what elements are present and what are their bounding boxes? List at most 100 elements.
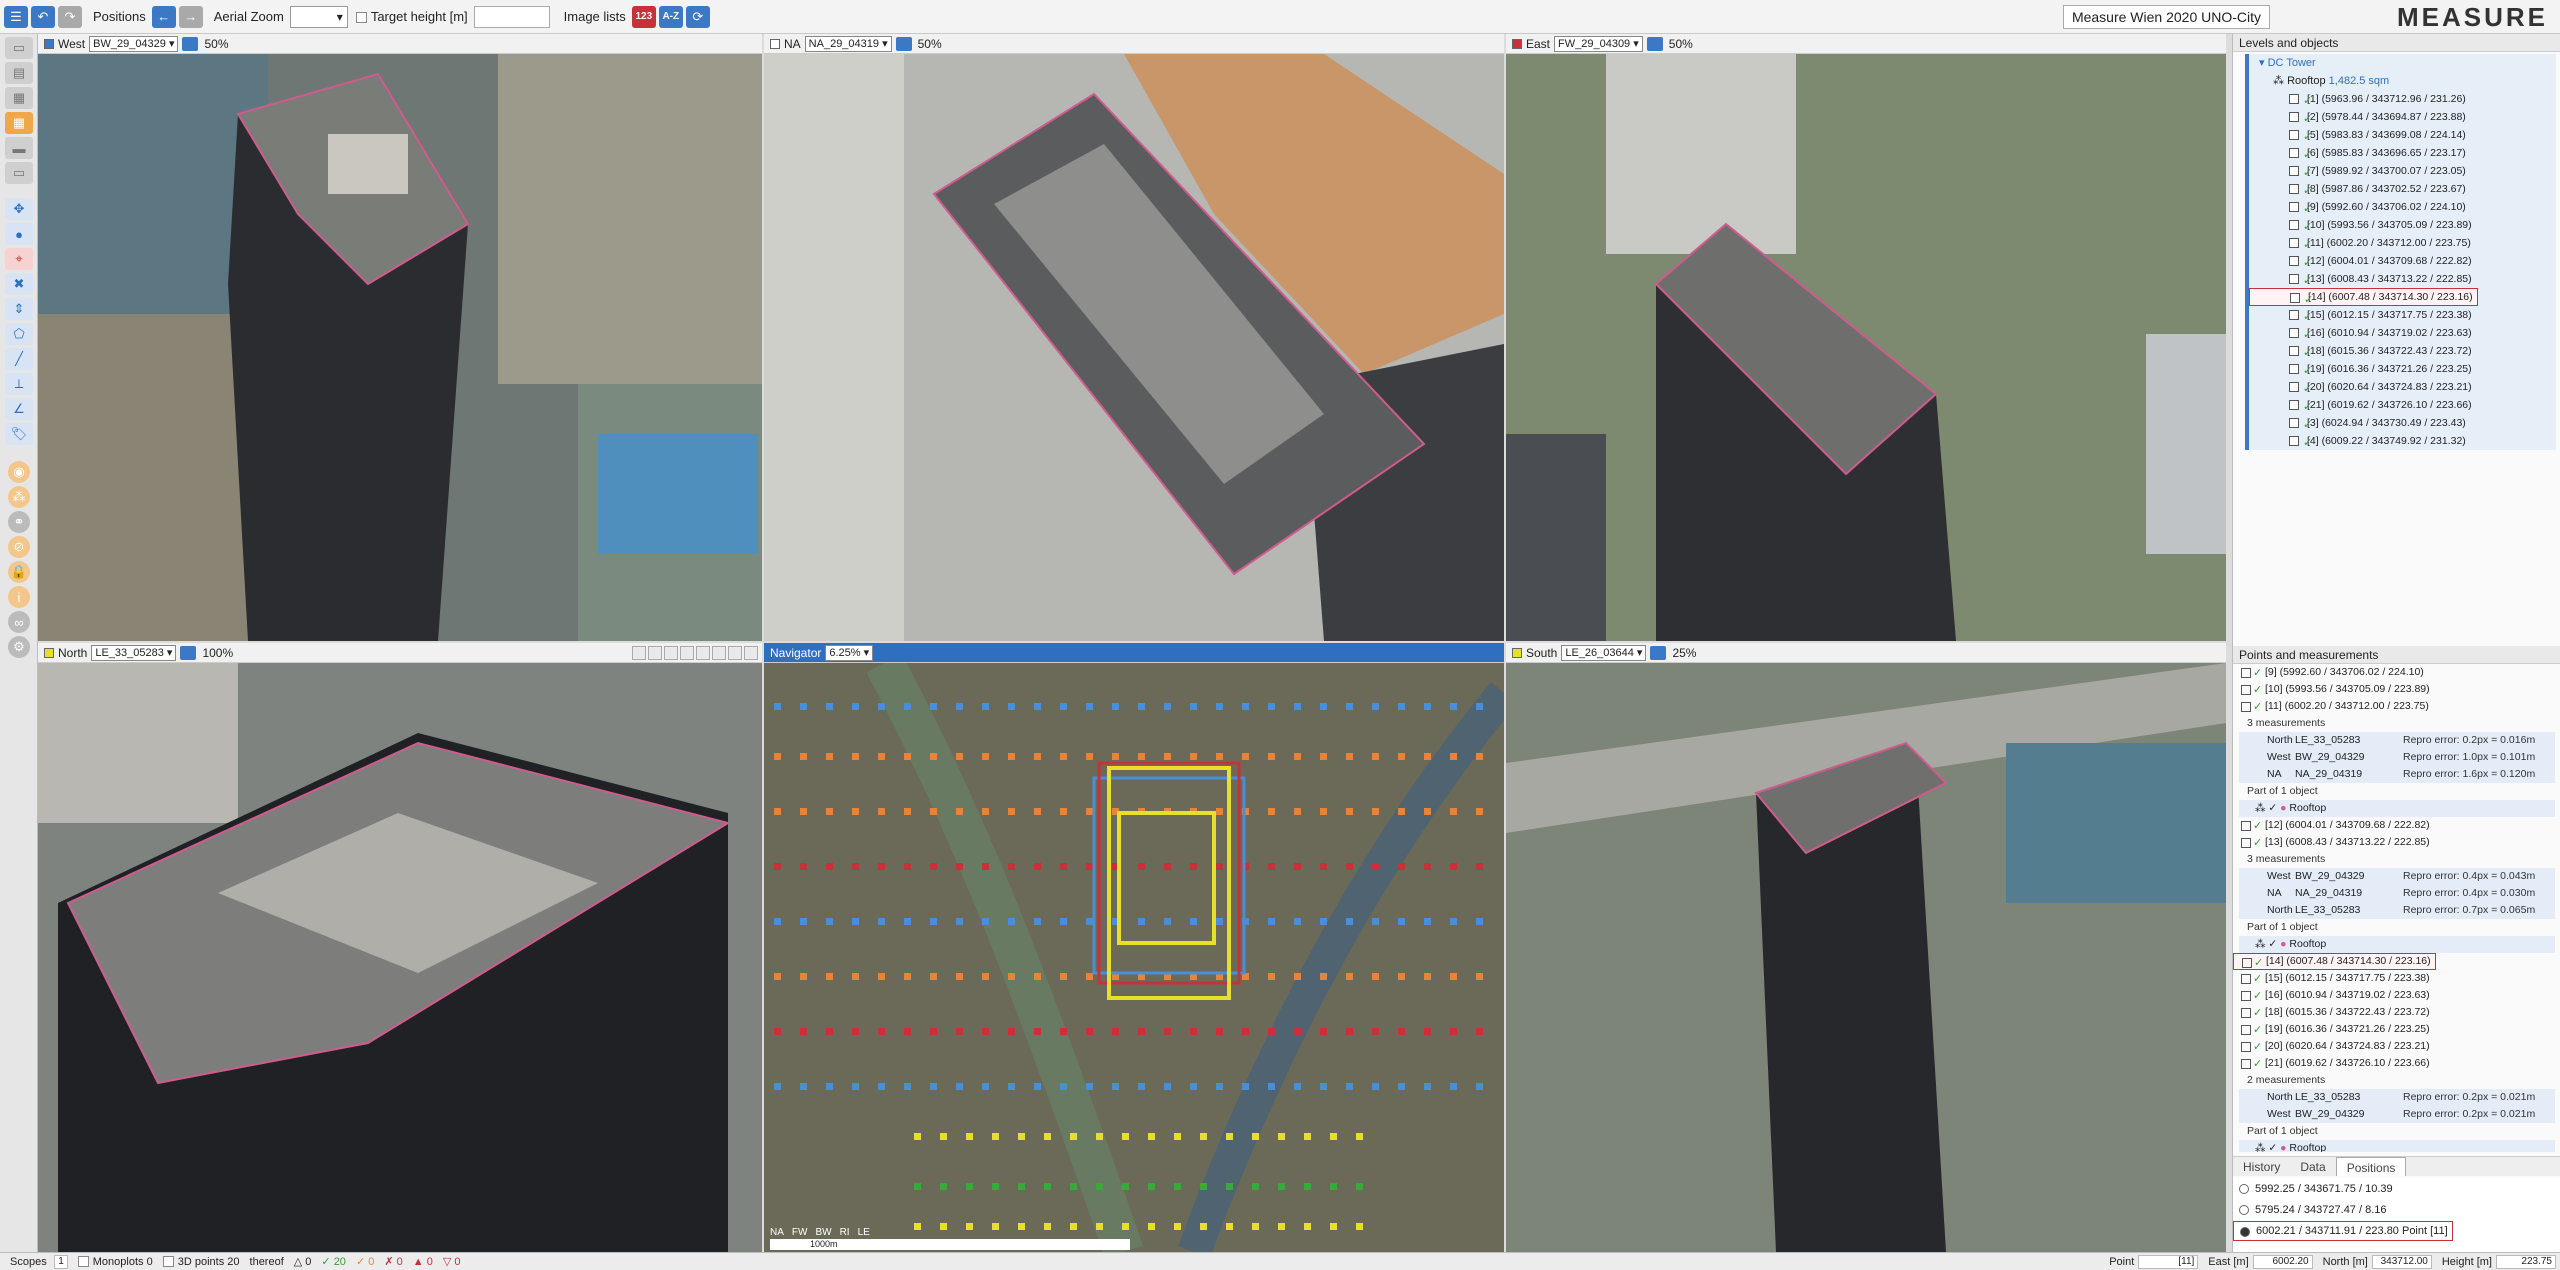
view-na-color[interactable] [770, 38, 780, 49]
point-checkbox-icon[interactable] [2289, 346, 2299, 356]
info-icon[interactable]: i [8, 586, 30, 608]
level-point-row[interactable]: ✓ [16] (6010.94 / 343719.02 / 223.63) [2249, 324, 2556, 342]
point-checkbox-icon[interactable] [2289, 130, 2299, 140]
point-checkbox-icon[interactable] [2241, 1042, 2251, 1052]
level-point-row[interactable]: ✓ [4] (6009.22 / 343749.92 / 231.32) [2249, 432, 2556, 450]
point-checkbox-icon[interactable] [2241, 838, 2251, 848]
view-south-image[interactable] [1506, 663, 2226, 1252]
level-point-row[interactable]: ✓ [18] (6015.36 / 343722.43 / 223.72) [2249, 342, 2556, 360]
point-row[interactable]: ✓ [19] (6016.36 / 343721.26 / 223.25) [2233, 1021, 2560, 1038]
view-east-image-select[interactable]: FW_29_04309 ▾ [1554, 35, 1643, 52]
view-west-image[interactable] [38, 54, 762, 641]
point-row[interactable]: ✓ [15] (6012.15 / 343717.75 / 223.38) [2233, 970, 2560, 987]
network-tool-icon[interactable]: ⁂ [8, 486, 30, 508]
point-checkbox-icon[interactable] [2289, 166, 2299, 176]
rooftop-row[interactable]: ⁂ Rooftop 1,482.5 sqm [2249, 72, 2556, 90]
view-west-sync-icon[interactable] [182, 36, 199, 51]
layout-grid-icon[interactable]: ▦ [5, 87, 33, 109]
measure-tool-icon[interactable]: ⌖ [5, 248, 33, 270]
point-checkbox-icon[interactable] [2289, 148, 2299, 158]
point-checkbox-icon[interactable] [2289, 202, 2299, 212]
measurement-row[interactable]: West BW_29_04329 Repro error: 0.2px = 0.02… [2239, 1106, 2555, 1123]
view-na-image-select[interactable]: NA_29_04319 ▾ [804, 35, 892, 52]
tower-row[interactable]: ▾ DC Tower [2249, 54, 2556, 72]
view-west-color[interactable] [44, 38, 54, 49]
measurement-row[interactable]: North LE_33_05283 Repro error: 0.2px = 0.0… [2239, 732, 2555, 749]
point-row[interactable]: ✓ [11] (6002.20 / 343712.00 / 223.75) [2233, 698, 2560, 715]
tab-history[interactable]: History [2233, 1157, 2290, 1176]
measurement-row[interactable]: NA NA_29_04319 Repro error: 0.4px = 0.030m [2239, 885, 2555, 902]
position-radio[interactable] [2239, 1205, 2249, 1215]
angle-tool-icon[interactable]: ∠ [5, 398, 33, 420]
point-checkbox-icon[interactable] [2242, 958, 2252, 968]
point-checkbox-icon[interactable] [2289, 220, 2299, 230]
position-item[interactable]: 5992.25 / 343671.75 / 10.39 [2233, 1179, 2560, 1199]
measurement-row[interactable]: North LE_33_05283 Repro error: 0.7px = 0.0… [2239, 902, 2555, 919]
lock-tool-icon[interactable]: 🔒 [8, 561, 30, 583]
tool-e-icon[interactable] [696, 646, 710, 660]
level-point-row[interactable]: ✓ [11] (6002.20 / 343712.00 / 223.75) [2249, 234, 2556, 252]
layout-six-icon[interactable]: ▦ [5, 112, 33, 134]
level-point-row[interactable]: ✓ [19] (6016.36 / 343721.26 / 223.25) [2249, 360, 2556, 378]
measurement-row[interactable]: West BW_29_04329 Repro error: 0.4px = 0.04… [2239, 868, 2555, 885]
tab-positions[interactable]: Positions [2335, 1157, 2407, 1176]
tool-c-icon[interactable] [664, 646, 678, 660]
view-south-color[interactable] [1512, 647, 1522, 658]
point-checkbox-icon[interactable] [2241, 1008, 2251, 1018]
point-checkbox-icon[interactable] [2289, 274, 2299, 284]
height-tool-icon[interactable]: ⇕ [5, 298, 33, 320]
tool-h-icon[interactable] [744, 646, 758, 660]
view-north[interactable]: North LE_33_05283 ▾ 100% [38, 643, 762, 1252]
level-point-row[interactable]: ✓ [1] (5963.96 / 343712.96 / 231.26) [2249, 90, 2556, 108]
point-checkbox-icon[interactable] [2289, 184, 2299, 194]
view-north-color[interactable] [44, 647, 54, 658]
view-east[interactable]: East FW_29_04309 ▾ 50% [1506, 34, 2226, 641]
object-row[interactable]: ⁂ ✓ ● Rooftop [2239, 1140, 2555, 1152]
level-point-row[interactable]: ✓ [9] (5992.60 / 343706.02 / 224.10) [2249, 198, 2556, 216]
link-tool-icon[interactable]: ⚭ [8, 511, 30, 533]
point-checkbox-icon[interactable] [2241, 1025, 2251, 1035]
point-checkbox-icon[interactable] [2241, 668, 2251, 678]
point-checkbox-icon[interactable] [2289, 364, 2299, 374]
point-checkbox-icon[interactable] [2241, 685, 2251, 695]
undo-icon[interactable]: ↶ [31, 5, 55, 28]
level-point-row[interactable]: ✓ [15] (6012.15 / 343717.75 / 223.38) [2249, 306, 2556, 324]
circle-tool-icon[interactable]: ◉ [8, 461, 30, 483]
point-checkbox-icon[interactable] [2241, 821, 2251, 831]
tool-b-icon[interactable] [648, 646, 662, 660]
point-row[interactable]: ✓ [21] (6019.62 / 343726.10 / 223.66) [2233, 1055, 2560, 1072]
point-checkbox-icon[interactable] [2289, 238, 2299, 248]
point-tool-icon[interactable]: ● [5, 223, 33, 245]
position-radio[interactable] [2239, 1184, 2249, 1194]
target-height-input[interactable] [473, 5, 550, 28]
view-north-image[interactable] [38, 663, 762, 1252]
level-point-row[interactable]: ✓ [14] (6007.48 / 343714.30 / 223.16) [2249, 288, 2478, 306]
level-point-row[interactable]: ✓ [7] (5989.92 / 343700.07 / 223.05) [2249, 162, 2556, 180]
level-point-row[interactable]: ✓ [21] (6019.62 / 343726.10 / 223.66) [2249, 396, 2556, 414]
position-item[interactable]: 5795.24 / 343727.47 / 8.16 [2233, 1200, 2560, 1220]
cancel-tool-icon[interactable]: ⊘ [8, 536, 30, 558]
point-checkbox-icon[interactable] [2290, 293, 2300, 303]
view-na[interactable]: NA NA_29_04319 ▾ 50% [764, 34, 1504, 641]
point-row[interactable]: ✓ [10] (5993.56 / 343705.09 / 223.89) [2233, 681, 2560, 698]
layout-wide-icon[interactable]: ▬ [5, 137, 33, 159]
tool-d-icon[interactable] [680, 646, 694, 660]
level-point-row[interactable]: ✓ [5] (5983.83 / 343699.08 / 224.14) [2249, 126, 2556, 144]
position-item-selected[interactable]: 6002.21 / 343711.91 / 223.80 Point [11] [2233, 1221, 2453, 1241]
prev-position-button[interactable]: ← [151, 5, 176, 28]
level-point-row[interactable]: ✓ [12] (6004.01 / 343709.68 / 222.82) [2249, 252, 2556, 270]
tool-f-icon[interactable] [712, 646, 726, 660]
view-navigator[interactable]: Navigator 6.25% ▾ NA FW BW RI LE 1000m [764, 643, 1504, 1252]
point-checkbox-icon[interactable] [2289, 112, 2299, 122]
measurement-row[interactable]: North LE_33_05283 Repro error: 0.2px = 0.0… [2239, 1089, 2555, 1106]
navigator-map[interactable] [764, 663, 1504, 1252]
area-tool-icon[interactable]: ⬠ [5, 323, 33, 345]
point-row[interactable]: ✓ [20] (6020.64 / 343724.83 / 223.21) [2233, 1038, 2560, 1055]
monoplots-checkbox[interactable] [77, 1256, 89, 1268]
vertical-tool-icon[interactable]: ⟂ [5, 373, 33, 395]
redo-icon[interactable]: ↷ [58, 5, 82, 28]
level-point-row[interactable]: ✓ [20] (6020.64 / 343724.83 / 223.21) [2249, 378, 2556, 396]
measurement-row[interactable]: NA NA_29_04319 Repro error: 1.6px = 0.120m [2239, 766, 2555, 783]
view-north-sync-icon[interactable] [180, 645, 197, 660]
point-checkbox-icon[interactable] [2241, 702, 2251, 712]
